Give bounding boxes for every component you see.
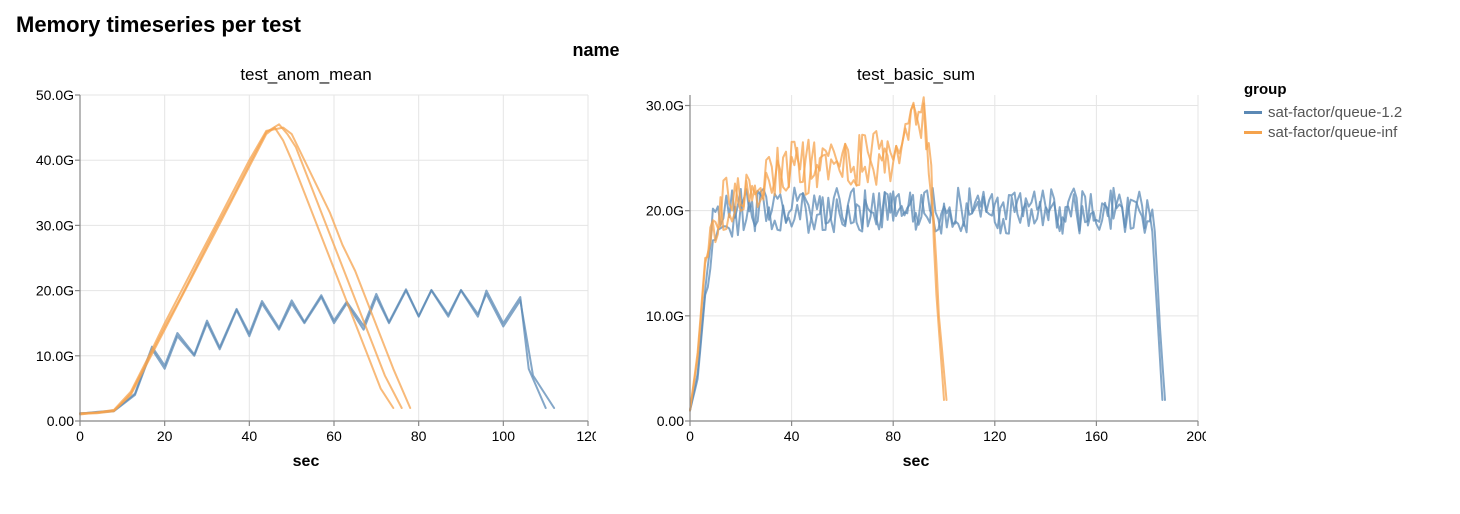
legend-item: sat-factor/queue-inf (1244, 124, 1402, 141)
legend: group sat-factor/queue-1.2 sat-factor/qu… (1244, 81, 1402, 144)
svg-text:20: 20 (157, 428, 173, 444)
svg-text:40.0G: 40.0G (36, 152, 74, 168)
chart-panel-anom-mean: test_anom_mean 0.00 10.0G 20.0G 30.0G 40.0G 5… (16, 65, 596, 471)
charts-row: test_anom_mean 0.00 10.0G 20.0G 30.0G 40.0G 5… (16, 65, 1444, 471)
chart-svg: 0.00 10.0G 20.0G 30.0G 40.0G 50.0G 0 20 40 60 80 10… (16, 89, 596, 449)
legend-swatch (1244, 131, 1262, 134)
page-title: Memory timeseries per test (16, 12, 1444, 38)
svg-text:120: 120 (576, 428, 596, 444)
legend-item: sat-factor/queue-1.2 (1244, 104, 1402, 121)
svg-text:160: 160 (1085, 428, 1109, 444)
svg-text:30.0G: 30.0G (646, 98, 684, 114)
panel-title: test_basic_sum (626, 65, 1206, 85)
svg-text:10.0G: 10.0G (646, 308, 684, 324)
svg-text:0.00: 0.00 (657, 413, 684, 429)
svg-text:20.0G: 20.0G (36, 283, 74, 299)
svg-text:30.0G: 30.0G (36, 217, 74, 233)
svg-text:10.0G: 10.0G (36, 348, 74, 364)
legend-label: sat-factor/queue-inf (1268, 124, 1397, 141)
facet-variable-label: name (16, 40, 1176, 61)
svg-text:200: 200 (1186, 428, 1206, 444)
panel-title: test_anom_mean (16, 65, 596, 85)
svg-text:120: 120 (983, 428, 1007, 444)
legend-title: group (1244, 81, 1402, 98)
svg-text:20.0G: 20.0G (646, 203, 684, 219)
x-axis-label: sec (16, 453, 596, 471)
svg-text:80: 80 (885, 428, 901, 444)
svg-text:50.0G: 50.0G (36, 89, 74, 103)
chart-panel-basic-sum: test_basic_sum 0.00 10.0G 20.0G 30.0G 0 40 80 1… (626, 65, 1206, 471)
svg-text:0: 0 (686, 428, 694, 444)
svg-text:100: 100 (492, 428, 516, 444)
svg-text:40: 40 (784, 428, 800, 444)
svg-text:40: 40 (242, 428, 258, 444)
chart-svg: 0.00 10.0G 20.0G 30.0G 0 40 80 120 160 200 (626, 89, 1206, 449)
svg-text:0: 0 (76, 428, 84, 444)
x-axis-label: sec (626, 453, 1206, 471)
svg-text:80: 80 (411, 428, 427, 444)
legend-label: sat-factor/queue-1.2 (1268, 104, 1402, 121)
svg-text:0.00: 0.00 (47, 413, 74, 429)
svg-text:60: 60 (326, 428, 342, 444)
legend-swatch (1244, 111, 1262, 114)
